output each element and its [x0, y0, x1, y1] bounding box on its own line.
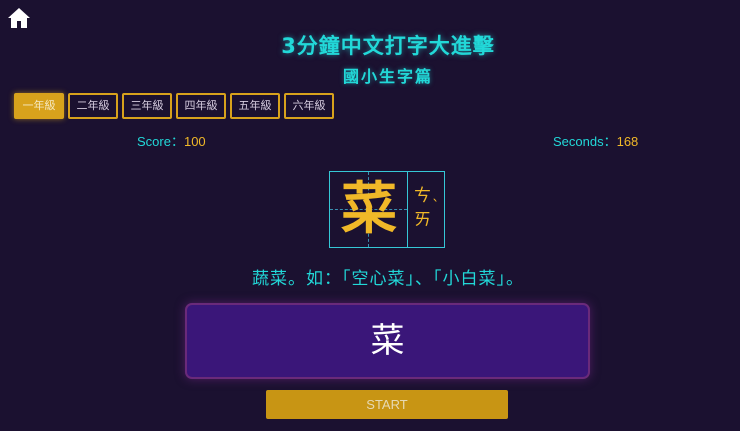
start-button[interactable]: START	[266, 390, 508, 419]
home-icon[interactable]	[7, 7, 31, 29]
grade-tab-2[interactable]: 二年級	[68, 93, 118, 119]
character-card: 菜 ㄘ ㄞ ˋ	[329, 171, 445, 248]
score-value: 100	[183, 134, 206, 149]
seconds-label: Seconds：	[553, 134, 617, 149]
grade-tabs: 一年級 二年級 三年級 四年級 五年級 六年級	[14, 93, 334, 119]
grade-tab-4[interactable]: 四年級	[176, 93, 226, 119]
grade-tab-1[interactable]: 一年級	[14, 93, 64, 119]
zhuyin-final: ㄞ	[414, 210, 431, 230]
page-subtitle: 國小生字篇	[342, 67, 433, 86]
score-display: Score：100	[137, 131, 206, 150]
grade-tab-5[interactable]: 五年級	[230, 93, 280, 119]
character-grid: 菜	[330, 172, 408, 247]
answer-input[interactable]: 菜	[185, 303, 590, 379]
zhuyin-tone: ˋ	[432, 197, 440, 215]
grade-tab-6[interactable]: 六年級	[284, 93, 334, 119]
target-character: 菜	[341, 176, 397, 242]
seconds-value: 168	[616, 134, 639, 149]
example-sentence: 蔬菜。如：「空心菜」、「小白菜」。	[252, 269, 524, 289]
page-title: 3分鐘中文打字大進擊	[281, 34, 495, 58]
grade-tab-3[interactable]: 三年級	[122, 93, 172, 119]
zhuyin-initial: ㄘ	[414, 186, 431, 206]
score-label: Score：	[137, 134, 184, 149]
seconds-display: Seconds：168	[553, 131, 638, 150]
